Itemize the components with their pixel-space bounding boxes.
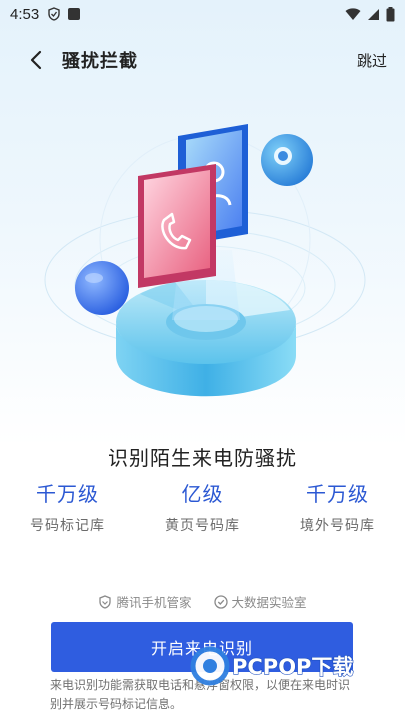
stat-label: 境外号码库 bbox=[300, 518, 375, 534]
shield-icon bbox=[99, 594, 112, 609]
signal-icon bbox=[368, 8, 379, 20]
enable-caller-id-button[interactable]: 开启来电识别 bbox=[51, 622, 353, 672]
stat-yellow-pages: 亿级 黄页号码库 bbox=[135, 478, 270, 535]
partner-tencent: 腾讯手机管家 bbox=[98, 592, 192, 611]
skip-button[interactable]: 跳过 bbox=[357, 50, 387, 71]
permission-notice: 来电识别功能需获取电话和悬浮窗权限，以便在来电时识别并展示号码标记信息。 bbox=[50, 678, 351, 711]
headline: 识别陌生来电防骚扰 bbox=[108, 446, 297, 470]
app-bar: 骚扰拦截 跳过 bbox=[0, 40, 405, 80]
status-time: 4:53 bbox=[10, 5, 40, 23]
partner-bigdata-lab: 大数据实验室 bbox=[213, 592, 307, 611]
app-notification-icon bbox=[68, 8, 81, 20]
notification-shield-icon bbox=[48, 7, 60, 21]
stats-row: 千万级 号码标记库 亿级 黄页号码库 千万级 境外号码库 bbox=[0, 478, 405, 535]
stat-overseas-numbers: 千万级 境外号码库 bbox=[270, 478, 405, 535]
stat-value: 亿级 bbox=[181, 482, 224, 506]
battery-icon bbox=[386, 6, 395, 21]
chevron-left-icon bbox=[30, 50, 42, 70]
status-icons-right bbox=[345, 6, 395, 22]
stat-label: 黄页号码库 bbox=[165, 518, 240, 534]
page-title: 骚扰拦截 bbox=[62, 51, 138, 72]
check-shield-icon bbox=[213, 594, 228, 609]
status-bar: 4:53 bbox=[0, 0, 405, 28]
back-button[interactable] bbox=[16, 40, 56, 80]
partner-label: 大数据实验室 bbox=[231, 595, 307, 610]
stat-value: 千万级 bbox=[306, 482, 369, 506]
status-icons-left bbox=[47, 7, 81, 21]
stat-value: 千万级 bbox=[36, 482, 99, 506]
partner-badges: 腾讯手机管家 大数据实验室 bbox=[0, 592, 405, 611]
wifi-icon bbox=[345, 7, 361, 20]
call-protection-illustration bbox=[44, 124, 366, 397]
stat-label: 号码标记库 bbox=[30, 518, 105, 534]
partner-label: 腾讯手机管家 bbox=[116, 595, 192, 610]
stat-marked-numbers: 千万级 号码标记库 bbox=[0, 478, 135, 535]
